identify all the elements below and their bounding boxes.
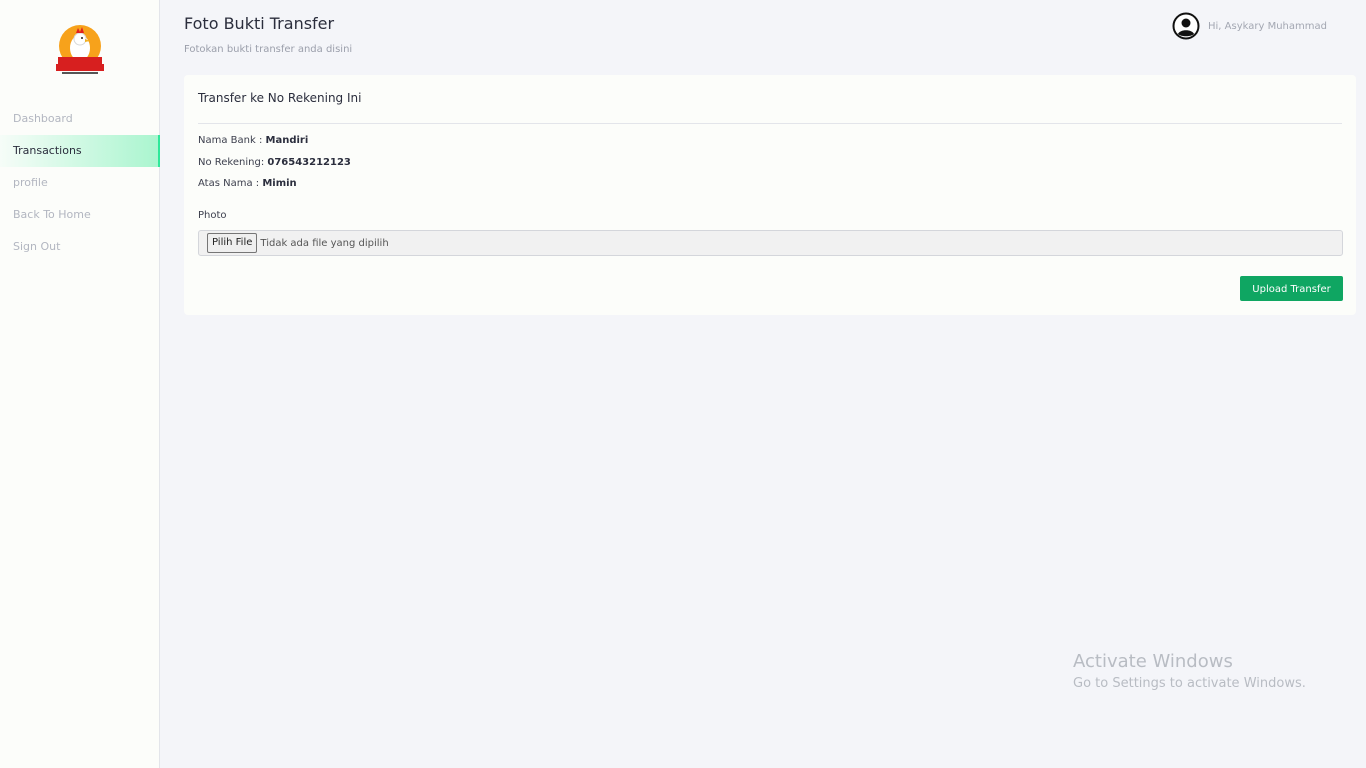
user-menu[interactable]: Hi, Asykary Muhammad [1172,12,1327,40]
sidebar-item-back-to-home[interactable]: Back To Home [0,199,160,231]
watermark-title: Activate Windows [1073,651,1233,672]
account-holder-label: Atas Nama : [198,178,260,189]
upload-transfer-button[interactable]: Upload Transfer [1240,276,1343,301]
account-number-value: 076543212123 [267,157,351,168]
photo-label: Photo [198,210,227,221]
account-holder-row: Atas Nama : Mimin [198,178,297,189]
file-status-text: Tidak ada file yang dipilih [260,237,389,249]
card-title: Transfer ke No Rekening Ini [198,91,362,105]
sidebar-item-dashboard[interactable]: Dashboard [0,103,160,135]
sidebar-item-sign-out[interactable]: Sign Out [0,231,160,263]
user-greeting: Hi, Asykary Muhammad [1208,20,1327,32]
transfer-card: Transfer ke No Rekening Ini Nama Bank : … [184,75,1356,315]
sidebar-nav: Dashboard Transactions profile Back To H… [0,103,160,263]
bank-name-value: Mandiri [265,135,309,146]
user-circle-icon[interactable] [1172,12,1200,40]
sidebar-item-profile[interactable]: profile [0,167,160,199]
account-number-label: No Rekening: [198,157,265,168]
sidebar: Dashboard Transactions profile Back To H… [0,0,160,768]
photo-file-input[interactable]: Pilih File Tidak ada file yang dipilih [198,230,1343,256]
windows-activation-watermark: Activate Windows Go to Settings to activ… [1073,651,1306,691]
brand-logo[interactable] [56,24,104,76]
bank-name-label: Nama Bank : [198,135,263,146]
page-title: Foto Bukti Transfer [184,14,335,33]
choose-file-button[interactable]: Pilih File [207,233,258,253]
account-holder-value: Mimin [262,178,297,189]
sidebar-item-transactions[interactable]: Transactions [0,135,160,167]
card-divider [198,123,1342,124]
page-subtitle: Fotokan bukti transfer anda disini [184,44,353,55]
account-number-row: No Rekening: 076543212123 [198,157,351,168]
bank-name-row: Nama Bank : Mandiri [198,135,308,146]
watermark-subtitle: Go to Settings to activate Windows. [1073,676,1306,691]
